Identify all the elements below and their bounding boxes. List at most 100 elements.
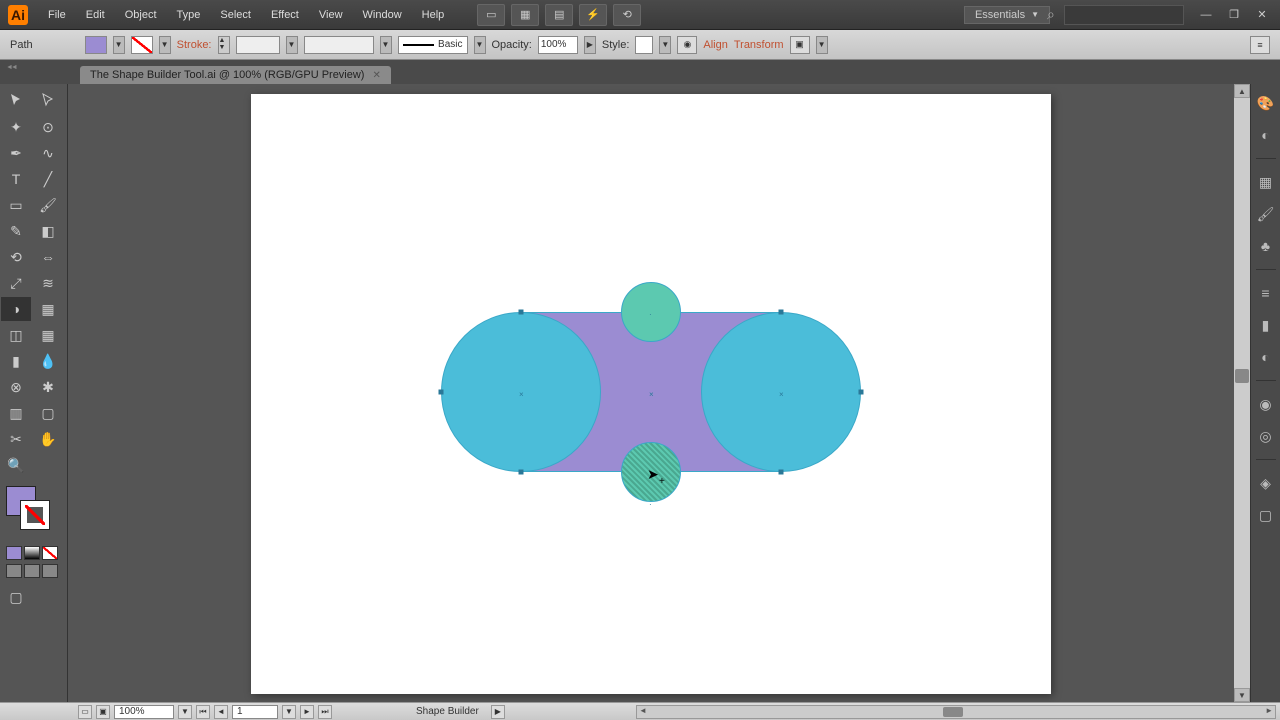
vwp-dd[interactable]: ▼	[380, 36, 392, 54]
color-guide-panel-icon[interactable]: ◐	[1255, 124, 1277, 146]
zoom-tool[interactable]: 🔍	[1, 453, 31, 477]
panel-menu-icon[interactable]: ≡	[1250, 36, 1270, 54]
gradient-mode-icon[interactable]	[24, 546, 40, 560]
opacity-dd[interactable]: ▶	[584, 36, 596, 54]
shape-circle-bottom-highlighted[interactable]	[621, 442, 681, 502]
stroke-color-swatch[interactable]	[131, 36, 153, 54]
first-artboard-icon[interactable]: ⏮	[196, 705, 210, 719]
width-tool[interactable]: ≋	[33, 271, 63, 295]
layout-icon-2[interactable]: ▦	[511, 4, 539, 26]
stroke-label[interactable]: Stroke:	[177, 39, 212, 51]
paintbrush-tool[interactable]: 🖌	[33, 193, 63, 217]
pen-tool[interactable]: ✒	[1, 141, 31, 165]
layout-icon-1[interactable]: ▭	[477, 4, 505, 26]
artboards-panel-icon[interactable]: ▢	[1255, 504, 1277, 526]
draw-behind-icon[interactable]	[24, 564, 40, 578]
anchor-point[interactable]	[439, 390, 444, 395]
menu-help[interactable]: Help	[412, 0, 455, 29]
zoom-level-input[interactable]: 100%	[114, 705, 174, 719]
next-artboard-icon[interactable]: ►	[300, 705, 314, 719]
scroll-up-icon[interactable]: ▲	[1234, 84, 1250, 98]
blend-tool[interactable]: ⊗	[1, 375, 31, 399]
minimize-button[interactable]: —	[1196, 7, 1216, 23]
slice-tool[interactable]: ✂	[1, 427, 31, 451]
type-tool[interactable]: T	[1, 167, 31, 191]
opacity-label[interactable]: Opacity:	[492, 39, 532, 51]
curvature-tool[interactable]: ∿	[33, 141, 63, 165]
stroke-weight-stepper[interactable]: ▲▼	[218, 36, 230, 54]
gradient-tool[interactable]: ▮	[1, 349, 31, 373]
pencil-tool[interactable]: ✎	[1, 219, 31, 243]
gradient-panel-icon[interactable]: ▮	[1255, 314, 1277, 336]
symbols-panel-icon[interactable]: ♣	[1255, 235, 1277, 257]
swatches-panel-icon[interactable]: ▦	[1255, 171, 1277, 193]
stroke-panel-icon[interactable]: ≡	[1255, 282, 1277, 304]
brushes-panel-icon[interactable]: 🖌	[1255, 203, 1277, 225]
scale-tool[interactable]: ⤢	[1, 271, 31, 295]
style-dd[interactable]: ▼	[659, 36, 671, 54]
fill-color-swatch[interactable]	[85, 36, 107, 54]
stroke-weight-dd[interactable]: ▼	[286, 36, 298, 54]
rotate-tool[interactable]: ⟲	[1, 245, 31, 269]
anchor-point[interactable]	[779, 310, 784, 315]
none-mode-icon[interactable]	[42, 546, 58, 560]
selection-tool[interactable]	[1, 89, 31, 113]
anchor-point[interactable]	[859, 390, 864, 395]
search-input[interactable]	[1064, 5, 1184, 25]
artboard-tool[interactable]: ▢	[33, 401, 63, 425]
appearance-panel-icon[interactable]: ◉	[1255, 393, 1277, 415]
draw-normal-icon[interactable]	[6, 564, 22, 578]
transform-panel-link[interactable]: Transform	[734, 39, 784, 51]
anchor-point[interactable]	[519, 470, 524, 475]
eraser-tool[interactable]: ◧	[33, 219, 63, 243]
anchor-point[interactable]	[779, 470, 784, 475]
vertical-scrollbar[interactable]: ▲ ▼	[1234, 84, 1250, 702]
symbol-sprayer-tool[interactable]: ✱	[33, 375, 63, 399]
extra-dd[interactable]: ▼	[816, 36, 828, 54]
lasso-tool[interactable]: ⊙	[33, 115, 63, 139]
close-button[interactable]: ✕	[1252, 7, 1272, 23]
menu-object[interactable]: Object	[115, 0, 167, 29]
isolate-icon[interactable]: ▣	[790, 36, 810, 54]
screen-mode-icon[interactable]: ▢	[1, 585, 31, 609]
reflect-tool[interactable]: ⇔	[33, 245, 63, 269]
rectangle-tool[interactable]: ▭	[1, 193, 31, 217]
arrange-documents-icon[interactable]: ▤	[545, 4, 573, 26]
artboard-dd-icon[interactable]: ▼	[282, 705, 296, 719]
stroke-swatch-big[interactable]	[20, 500, 50, 530]
workspace-switcher[interactable]: Essentials ▼	[964, 6, 1050, 24]
draw-inside-icon[interactable]	[42, 564, 58, 578]
eyedropper-tool[interactable]: 💧	[33, 349, 63, 373]
scroll-thumb[interactable]	[1235, 369, 1249, 383]
perspective-tool[interactable]: ◫	[1, 323, 31, 347]
transparency-panel-icon[interactable]: ◐	[1255, 346, 1277, 368]
variable-width-profile[interactable]	[304, 36, 374, 54]
free-transform-tool[interactable]: ▦	[33, 297, 63, 321]
close-tab-icon[interactable]: ✕	[372, 70, 380, 81]
stroke-weight-input[interactable]	[236, 36, 280, 54]
column-graph-tool[interactable]: ▥	[1, 401, 31, 425]
maximize-button[interactable]: ❐	[1224, 7, 1244, 23]
zoom-dd-icon[interactable]: ▼	[178, 705, 192, 719]
canvas-area[interactable]: × × × · · ➤ +	[68, 84, 1234, 702]
mesh-tool[interactable]: ▦	[33, 323, 63, 347]
menu-select[interactable]: Select	[210, 0, 261, 29]
hand-tool[interactable]: ✋	[33, 427, 63, 451]
fill-stroke-swatches[interactable]	[4, 486, 63, 536]
artboard-number-input[interactable]: 1	[232, 705, 278, 719]
exchange-icon[interactable]: ⟲	[613, 4, 641, 26]
menu-file[interactable]: File	[38, 0, 76, 29]
prev-artboard-icon[interactable]: ◄	[214, 705, 228, 719]
document-tab[interactable]: The Shape Builder Tool.ai @ 100% (RGB/GP…	[80, 66, 391, 84]
align-panel-link[interactable]: Align	[703, 39, 727, 51]
gpu-icon[interactable]: ⚡	[579, 4, 607, 26]
zoom-fit-icon[interactable]: ▣	[96, 705, 110, 719]
anchor-point[interactable]	[519, 310, 524, 315]
menu-window[interactable]: Window	[353, 0, 412, 29]
direct-selection-tool[interactable]	[33, 89, 63, 113]
menu-effect[interactable]: Effect	[261, 0, 309, 29]
graphic-style-swatch[interactable]	[635, 36, 653, 54]
menu-view[interactable]: View	[309, 0, 353, 29]
menu-type[interactable]: Type	[167, 0, 211, 29]
layers-panel-icon[interactable]: ◈	[1255, 472, 1277, 494]
